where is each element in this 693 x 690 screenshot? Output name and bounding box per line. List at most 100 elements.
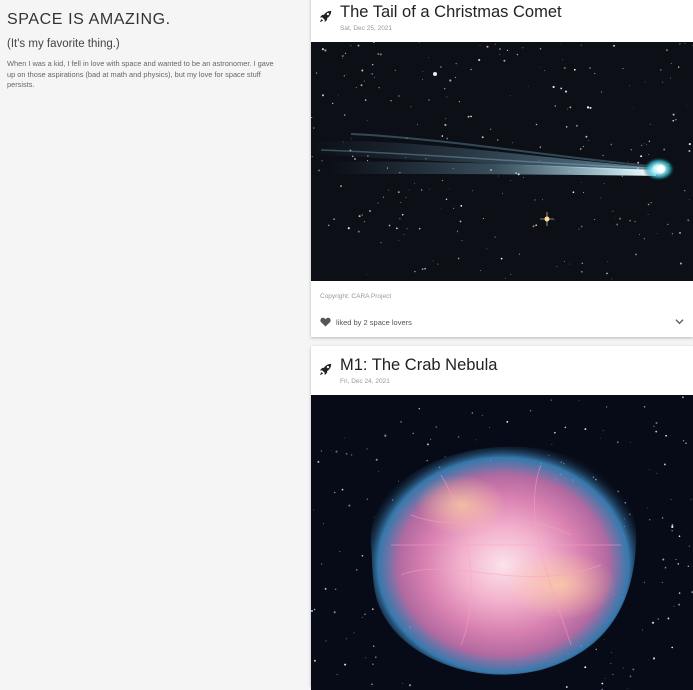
star [560, 87, 563, 90]
star [554, 431, 556, 434]
star [629, 84, 631, 86]
blog-title: SPACE IS AMAZING. [7, 11, 171, 28]
star [534, 199, 536, 201]
star [578, 228, 580, 230]
star [444, 456, 446, 458]
star [602, 154, 604, 157]
star [567, 108, 569, 110]
star [430, 438, 432, 440]
star [509, 95, 511, 96]
post-title[interactable]: The Tail of a Christmas Comet [340, 3, 562, 22]
star [374, 656, 377, 659]
star [616, 441, 619, 444]
star [642, 629, 644, 631]
star [440, 208, 442, 209]
star [605, 406, 608, 408]
star [481, 136, 484, 139]
likes-text: liked by 2 space lovers [336, 317, 412, 327]
star [470, 68, 472, 71]
star [371, 72, 374, 75]
star [579, 148, 582, 150]
star [583, 192, 584, 193]
star [414, 270, 416, 273]
star [378, 87, 380, 89]
star [500, 257, 503, 260]
star [363, 80, 365, 82]
star [432, 260, 434, 262]
star [340, 185, 342, 188]
star [553, 219, 555, 221]
star [470, 115, 472, 118]
star [313, 659, 316, 662]
star [378, 471, 380, 473]
star [516, 428, 518, 430]
star [321, 160, 323, 162]
star [408, 684, 412, 687]
star [611, 278, 613, 280]
star [627, 161, 629, 163]
star [441, 135, 444, 137]
star [688, 150, 691, 152]
star [565, 126, 568, 128]
star [421, 268, 424, 270]
star [361, 69, 364, 72]
star [371, 683, 373, 686]
star [371, 608, 374, 611]
chevron-down-icon[interactable] [675, 318, 684, 325]
star [564, 426, 567, 429]
rocket-icon [319, 10, 332, 23]
star [582, 145, 584, 147]
star [640, 155, 643, 158]
image-copyright: Copyright: CARA Project [320, 293, 392, 300]
star [656, 472, 658, 474]
star [454, 76, 457, 79]
star [648, 140, 651, 142]
star [586, 106, 590, 109]
star [502, 192, 503, 194]
star [539, 146, 541, 148]
star [350, 454, 353, 456]
star [384, 434, 387, 437]
star [325, 640, 327, 642]
star [639, 234, 640, 236]
star [422, 78, 423, 80]
star [420, 189, 423, 191]
star [363, 221, 365, 223]
rocket-icon [319, 363, 332, 376]
comet-photo[interactable] [311, 42, 693, 281]
star [669, 77, 672, 79]
star [460, 205, 463, 207]
star [388, 189, 390, 191]
star [673, 605, 675, 607]
star [647, 214, 649, 215]
star [380, 242, 382, 244]
star [355, 86, 357, 88]
star [324, 49, 327, 52]
post-header: M1: The Crab Nebula Fri, Dec 24, 2021 [311, 346, 693, 390]
star [606, 272, 608, 275]
star [424, 268, 426, 270]
post-title[interactable]: M1: The Crab Nebula [340, 356, 497, 375]
star [354, 158, 356, 160]
star [311, 116, 313, 119]
star [688, 545, 690, 547]
star [581, 262, 583, 264]
star [374, 77, 375, 78]
heart-icon[interactable] [320, 317, 331, 327]
star [369, 210, 371, 212]
star [664, 566, 667, 569]
star [644, 581, 645, 583]
star [523, 177, 524, 178]
star [488, 427, 490, 428]
star [367, 160, 369, 162]
star [610, 652, 612, 654]
star [614, 217, 616, 219]
crab-nebula-photo[interactable] [311, 395, 693, 690]
star [632, 668, 635, 671]
star [344, 663, 347, 666]
star [344, 52, 347, 55]
star [457, 257, 460, 260]
star [647, 203, 650, 206]
star [588, 139, 590, 141]
star [373, 516, 375, 518]
